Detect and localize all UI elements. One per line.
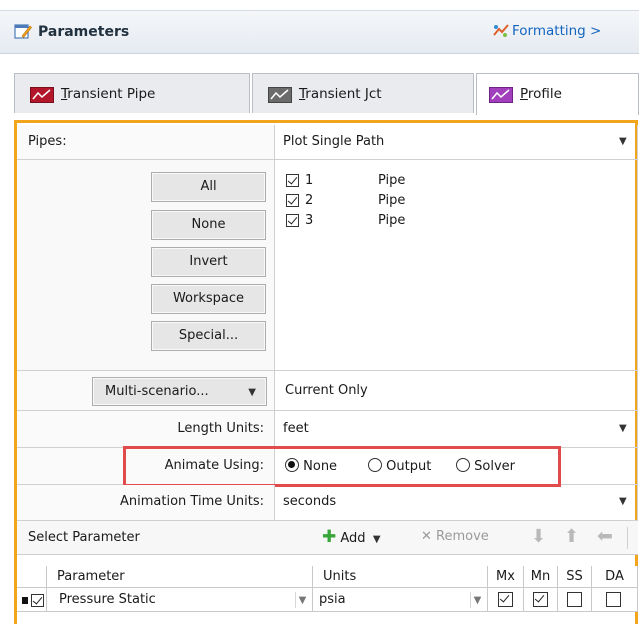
tab-transient-pipe[interactable]: Transient Pipe — [14, 73, 250, 113]
list-item[interactable]: 3 Pipe — [286, 213, 436, 231]
mn-checkbox[interactable] — [533, 592, 548, 607]
chevron-down-icon: ▼ — [248, 387, 256, 398]
mx-checkbox[interactable] — [498, 592, 513, 607]
parameters-icon — [14, 23, 32, 39]
plus-icon: ✚ — [322, 527, 337, 547]
chart-gray-icon — [268, 87, 292, 103]
pipes-mode-dropdown[interactable]: Plot Single Path ▼ — [275, 125, 638, 160]
move-down-icon[interactable]: ⬇ — [531, 526, 546, 547]
animation-time-units-label: Animation Time Units: — [120, 494, 264, 509]
chevron-down-icon: ▼ — [473, 595, 482, 606]
chart-purple-icon — [489, 87, 513, 103]
table-row[interactable] — [17, 588, 47, 612]
animation-time-units-dropdown[interactable]: seconds ▼ — [275, 485, 638, 521]
formatting-link[interactable]: Formatting > — [512, 23, 601, 39]
ss-checkbox[interactable] — [567, 592, 582, 607]
list-item[interactable]: 2 Pipe — [286, 193, 436, 211]
column-header-mx: Mx — [488, 566, 524, 588]
row-indicator-icon — [22, 597, 28, 604]
chevron-down-icon: ▼ — [619, 136, 627, 147]
pipes-label: Pipes: — [28, 134, 67, 149]
multi-scenario-button[interactable]: Multi-scenario... ▼ — [92, 377, 267, 406]
column-header-mn: Mn — [524, 566, 558, 588]
column-header-da: DA — [592, 566, 638, 588]
scenario-value: Current Only — [285, 383, 368, 398]
tab-transient-jct[interactable]: Transient Jct — [252, 73, 474, 113]
row-checkbox[interactable] — [31, 594, 44, 607]
remove-button[interactable]: ✕ Remove — [421, 529, 489, 544]
move-left-icon[interactable]: ⬅ — [597, 525, 613, 547]
column-header-ss: SS — [558, 566, 592, 588]
parameter-select[interactable]: Pressure Static ▼ — [47, 588, 313, 612]
close-icon: ✕ — [421, 529, 432, 544]
column-header-parameter: Parameter — [57, 569, 125, 584]
chevron-down-icon: ▼ — [298, 595, 307, 606]
chevron-down-icon: ▼ — [369, 534, 381, 545]
select-none-button[interactable]: None — [151, 210, 266, 240]
chart-red-icon — [30, 87, 54, 103]
length-units-label: Length Units: — [177, 421, 264, 436]
units-select[interactable]: psia ▼ — [313, 588, 488, 612]
select-all-button[interactable]: All — [151, 172, 266, 202]
column-header-units: Units — [323, 569, 357, 584]
pipe-checkbox[interactable] — [286, 194, 299, 207]
pipe-checkbox[interactable] — [286, 174, 299, 187]
pipe-list — [275, 160, 638, 371]
add-button[interactable]: ✚ Add ▼ — [322, 527, 381, 547]
toolbar-divider — [627, 527, 628, 549]
pipe-checkbox[interactable] — [286, 214, 299, 227]
highlight-box — [123, 446, 561, 487]
da-checkbox[interactable] — [606, 592, 621, 607]
chevron-down-icon: ▼ — [619, 423, 627, 434]
workspace-button[interactable]: Workspace — [151, 284, 266, 314]
special-button[interactable]: Special... — [151, 321, 266, 351]
invert-button[interactable]: Invert — [151, 247, 266, 277]
chevron-down-icon: ▼ — [619, 496, 627, 507]
tab-profile[interactable]: Profile — [476, 73, 639, 115]
select-parameter-toolbar: Select Parameter ✚ Add ▼ ✕ Remove ⬇ ⬆ ⬅ — [17, 521, 638, 555]
move-up-icon[interactable]: ⬆ — [564, 526, 579, 547]
select-parameter-title: Select Parameter — [28, 530, 140, 545]
parameters-title: Parameters — [38, 24, 130, 40]
list-item[interactable]: 1 Pipe — [286, 173, 436, 191]
formatting-icon[interactable] — [492, 23, 510, 39]
length-units-dropdown[interactable]: feet ▼ — [275, 411, 638, 448]
